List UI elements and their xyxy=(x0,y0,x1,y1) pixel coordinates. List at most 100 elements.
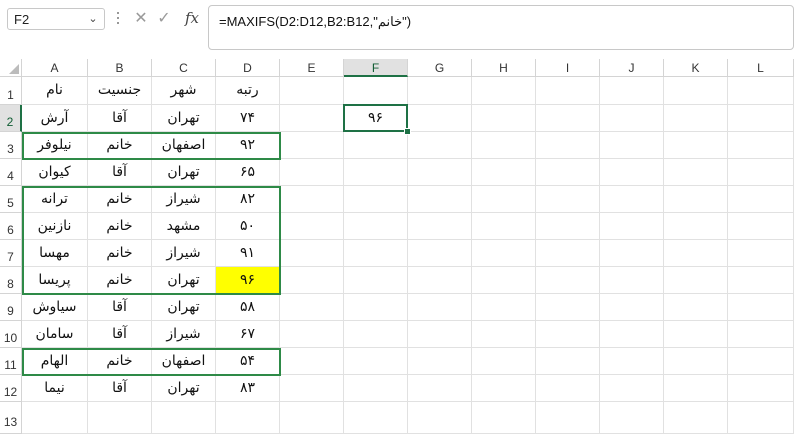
cell-j11[interactable] xyxy=(600,348,664,375)
cell-c7[interactable]: شیراز xyxy=(152,240,216,267)
cell-e12[interactable] xyxy=(280,375,344,402)
cell-d7[interactable]: ۹۱ xyxy=(216,240,280,267)
cell-c3[interactable]: اصفهان xyxy=(152,132,216,159)
cell-j12[interactable] xyxy=(600,375,664,402)
column-header-k[interactable]: K xyxy=(664,59,728,77)
cell-l11[interactable] xyxy=(728,348,794,375)
cell-c4[interactable]: تهران xyxy=(152,159,216,186)
cell-j2[interactable] xyxy=(600,105,664,132)
cell-b13[interactable] xyxy=(88,402,152,434)
column-header-j[interactable]: J xyxy=(600,59,664,77)
cell-e10[interactable] xyxy=(280,321,344,348)
cell-e7[interactable] xyxy=(280,240,344,267)
cell-f8[interactable] xyxy=(344,267,408,294)
cell-j1[interactable] xyxy=(600,77,664,105)
column-header-h[interactable]: H xyxy=(472,59,536,77)
cell-d4[interactable]: ۶۵ xyxy=(216,159,280,186)
cell-f9[interactable] xyxy=(344,294,408,321)
cell-e6[interactable] xyxy=(280,213,344,240)
cell-a7[interactable]: مهسا xyxy=(22,240,88,267)
cell-b12[interactable]: آقا xyxy=(88,375,152,402)
cell-h3[interactable] xyxy=(472,132,536,159)
cell-l3[interactable] xyxy=(728,132,794,159)
cell-l1[interactable] xyxy=(728,77,794,105)
cell-g7[interactable] xyxy=(408,240,472,267)
cell-b7[interactable]: خانم xyxy=(88,240,152,267)
cell-e13[interactable] xyxy=(280,402,344,434)
select-all-button[interactable] xyxy=(0,59,22,77)
row-header-1[interactable]: 1 xyxy=(0,77,22,105)
cell-e2[interactable] xyxy=(280,105,344,132)
chevron-down-icon[interactable]: ⌄ xyxy=(86,10,100,28)
cell-i10[interactable] xyxy=(536,321,600,348)
cell-b5[interactable]: خانم xyxy=(88,186,152,213)
cell-k11[interactable] xyxy=(664,348,728,375)
cell-d2[interactable]: ۷۴ xyxy=(216,105,280,132)
cell-i4[interactable] xyxy=(536,159,600,186)
column-header-e[interactable]: E xyxy=(280,59,344,77)
enter-icon[interactable]: ✓ xyxy=(154,8,174,30)
cell-c1[interactable]: شهر xyxy=(152,77,216,105)
cell-k8[interactable] xyxy=(664,267,728,294)
row-header-3[interactable]: 3 xyxy=(0,132,22,159)
cell-f3[interactable] xyxy=(344,132,408,159)
cell-g6[interactable] xyxy=(408,213,472,240)
cell-j7[interactable] xyxy=(600,240,664,267)
column-header-l[interactable]: L xyxy=(728,59,794,77)
cell-i11[interactable] xyxy=(536,348,600,375)
cell-l5[interactable] xyxy=(728,186,794,213)
cell-l8[interactable] xyxy=(728,267,794,294)
cell-c11[interactable]: اصفهان xyxy=(152,348,216,375)
cell-c9[interactable]: تهران xyxy=(152,294,216,321)
cell-k10[interactable] xyxy=(664,321,728,348)
cell-g10[interactable] xyxy=(408,321,472,348)
column-header-g[interactable]: G xyxy=(408,59,472,77)
cell-h2[interactable] xyxy=(472,105,536,132)
cell-h12[interactable] xyxy=(472,375,536,402)
cell-k6[interactable] xyxy=(664,213,728,240)
cell-k13[interactable] xyxy=(664,402,728,434)
column-header-b[interactable]: B xyxy=(88,59,152,77)
cell-i1[interactable] xyxy=(536,77,600,105)
column-header-a[interactable]: A xyxy=(22,59,88,77)
cell-f4[interactable] xyxy=(344,159,408,186)
cell-b1[interactable]: جنسیت xyxy=(88,77,152,105)
cell-f11[interactable] xyxy=(344,348,408,375)
cell-d8[interactable]: ۹۶ xyxy=(216,267,280,294)
cell-l2[interactable] xyxy=(728,105,794,132)
insert-function-icon[interactable]: fx xyxy=(181,7,203,29)
cell-g11[interactable] xyxy=(408,348,472,375)
cell-k12[interactable] xyxy=(664,375,728,402)
cell-c10[interactable]: شیراز xyxy=(152,321,216,348)
cell-i13[interactable] xyxy=(536,402,600,434)
cell-i8[interactable] xyxy=(536,267,600,294)
cell-d13[interactable] xyxy=(216,402,280,434)
cell-f13[interactable] xyxy=(344,402,408,434)
cell-j5[interactable] xyxy=(600,186,664,213)
cell-e11[interactable] xyxy=(280,348,344,375)
cell-f5[interactable] xyxy=(344,186,408,213)
formula-input[interactable]: =MAXIFS(D2:D12,B2:B12,"خانم") xyxy=(208,5,794,50)
cell-b11[interactable]: خانم xyxy=(88,348,152,375)
cell-f7[interactable] xyxy=(344,240,408,267)
cell-g4[interactable] xyxy=(408,159,472,186)
cell-g13[interactable] xyxy=(408,402,472,434)
cell-d6[interactable]: ۵۰ xyxy=(216,213,280,240)
cell-b6[interactable]: خانم xyxy=(88,213,152,240)
cell-c13[interactable] xyxy=(152,402,216,434)
cell-l6[interactable] xyxy=(728,213,794,240)
cell-l9[interactable] xyxy=(728,294,794,321)
cell-h5[interactable] xyxy=(472,186,536,213)
name-box[interactable]: F2 ⌄ xyxy=(7,8,105,30)
cell-h11[interactable] xyxy=(472,348,536,375)
row-header-11[interactable]: 11 xyxy=(0,348,22,375)
cell-a4[interactable]: کیوان xyxy=(22,159,88,186)
cell-g2[interactable] xyxy=(408,105,472,132)
cell-f6[interactable] xyxy=(344,213,408,240)
cell-c8[interactable]: تهران xyxy=(152,267,216,294)
cell-j6[interactable] xyxy=(600,213,664,240)
fill-handle[interactable] xyxy=(404,128,411,135)
column-header-f[interactable]: F xyxy=(344,59,408,77)
cell-e1[interactable] xyxy=(280,77,344,105)
cell-i6[interactable] xyxy=(536,213,600,240)
